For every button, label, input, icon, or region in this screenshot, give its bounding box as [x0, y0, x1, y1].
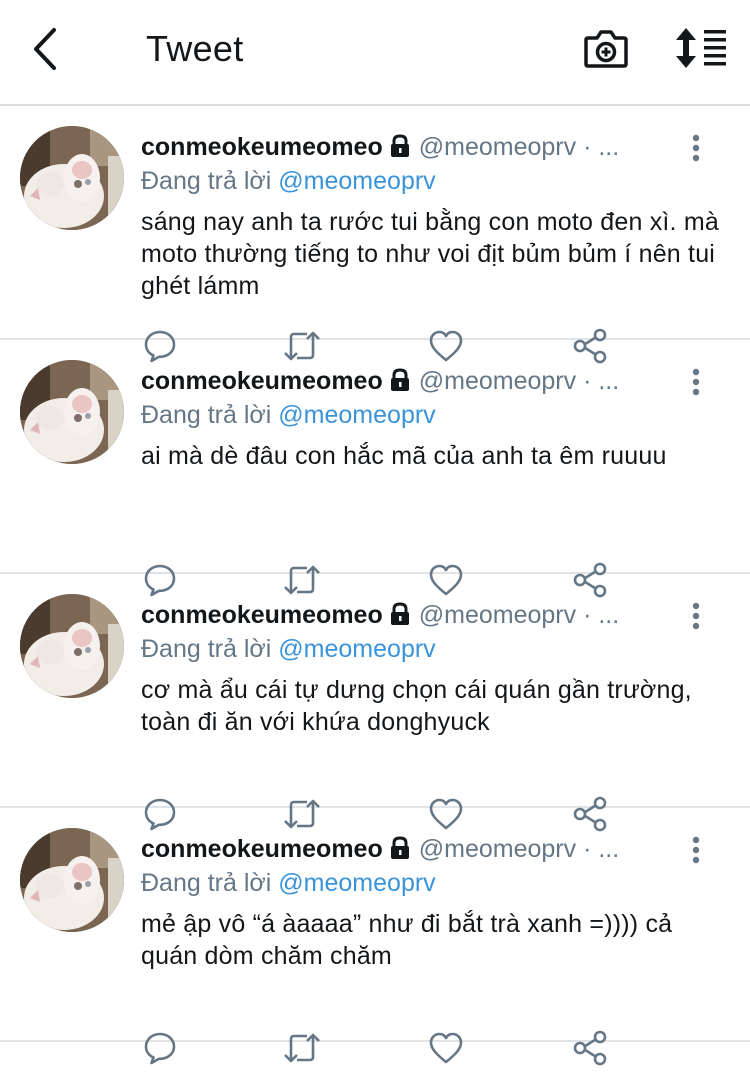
- replying-to: Đang trả lời @meomeoprv: [141, 866, 436, 900]
- retweet-button[interactable]: [282, 1028, 322, 1068]
- tweet-header: conmeokeumeomeo @meomeoprv · ...: [141, 364, 619, 401]
- avatar[interactable]: [20, 594, 124, 698]
- cat-photo: [20, 594, 124, 698]
- back-button[interactable]: [28, 26, 68, 72]
- avatar[interactable]: [20, 828, 124, 932]
- display-name[interactable]: conmeokeumeomeo: [141, 601, 383, 629]
- tweet[interactable]: conmeokeumeomeo @meomeoprv · ... Đang trả…: [0, 808, 750, 1066]
- lock-icon: [389, 133, 411, 167]
- timestamp-separator: · ...: [576, 133, 620, 161]
- timestamp-separator: · ...: [576, 601, 620, 629]
- avatar[interactable]: [20, 126, 124, 230]
- tweet-text: cơ mà ẩu cái tự dưng chọn cái quán gần t…: [141, 676, 692, 736]
- display-name[interactable]: conmeokeumeomeo: [141, 835, 383, 863]
- user-handle[interactable]: @meomeoprv: [419, 133, 576, 161]
- user-handle[interactable]: @meomeoprv: [419, 601, 576, 629]
- timestamp-separator: · ...: [576, 367, 620, 395]
- share-button[interactable]: [570, 1028, 610, 1068]
- user-handle[interactable]: @meomeoprv: [419, 835, 576, 863]
- replying-label: Đang trả lời: [141, 635, 272, 663]
- timestamp-separator: · ...: [576, 835, 620, 863]
- replying-to-handle[interactable]: @meomeoprv: [278, 635, 435, 663]
- cat-photo: [20, 126, 124, 230]
- tweet-actions: [140, 1028, 610, 1068]
- replying-to-handle[interactable]: @meomeoprv: [278, 167, 435, 195]
- reply-button[interactable]: [140, 1028, 180, 1068]
- tweet[interactable]: conmeokeumeomeo @meomeoprv · ... Đang trả…: [0, 340, 750, 598]
- tweet-header: conmeokeumeomeo @meomeoprv · ...: [141, 130, 619, 167]
- tweet-text: ai mà dè đâu con hắc mã của anh ta êm ru…: [141, 442, 667, 470]
- vertical-ellipsis-icon: [692, 602, 700, 630]
- like-button[interactable]: [426, 1028, 466, 1068]
- tweet-text: sáng nay anh ta rước tui bằng con moto đ…: [141, 208, 719, 300]
- cat-photo: [20, 360, 124, 464]
- tweet[interactable]: conmeokeumeomeo @meomeoprv · ... Đang trả…: [0, 574, 750, 832]
- retweet-icon: [284, 1033, 320, 1063]
- lock-icon: [389, 367, 411, 401]
- replying-to: Đang trả lời @meomeoprv: [141, 164, 436, 198]
- replying-to-handle[interactable]: @meomeoprv: [278, 401, 435, 429]
- camera-plus-icon: [584, 30, 628, 68]
- sort-list-icon: [676, 28, 726, 68]
- sort-button[interactable]: [674, 26, 730, 70]
- lock-icon: [389, 835, 411, 869]
- user-handle[interactable]: @meomeoprv: [419, 367, 576, 395]
- display-name[interactable]: conmeokeumeomeo: [141, 133, 383, 161]
- display-name[interactable]: conmeokeumeomeo: [141, 367, 383, 395]
- heart-icon: [429, 1032, 463, 1064]
- page-title: Tweet: [146, 28, 244, 69]
- vertical-ellipsis-icon: [692, 836, 700, 864]
- vertical-ellipsis-icon: [692, 134, 700, 162]
- lock-icon: [389, 601, 411, 635]
- more-options-button[interactable]: [686, 600, 706, 636]
- more-options-button[interactable]: [686, 834, 706, 870]
- replying-label: Đang trả lời: [141, 401, 272, 429]
- vertical-ellipsis-icon: [692, 368, 700, 396]
- reply-icon: [144, 1032, 176, 1065]
- cat-photo: [20, 828, 124, 932]
- tweet-header: conmeokeumeomeo @meomeoprv · ...: [141, 598, 619, 635]
- replying-label: Đang trả lời: [141, 869, 272, 897]
- camera-button[interactable]: [582, 26, 630, 70]
- tweet-list: conmeokeumeomeo @meomeoprv · ... Đang trả…: [0, 106, 750, 1066]
- top-bar: Tweet: [0, 0, 750, 106]
- replying-to-handle[interactable]: @meomeoprv: [278, 869, 435, 897]
- tweet-text: mẻ ập vô “á àaaaa” như đi bắt trà xanh =…: [141, 910, 673, 970]
- avatar[interactable]: [20, 360, 124, 464]
- tweet[interactable]: conmeokeumeomeo @meomeoprv · ... Đang trả…: [0, 106, 750, 364]
- replying-to: Đang trả lời @meomeoprv: [141, 632, 436, 666]
- tweet-header: conmeokeumeomeo @meomeoprv · ...: [141, 832, 619, 869]
- replying-label: Đang trả lời: [141, 167, 272, 195]
- share-icon: [573, 1030, 607, 1066]
- more-options-button[interactable]: [686, 132, 706, 168]
- replying-to: Đang trả lời @meomeoprv: [141, 398, 436, 432]
- more-options-button[interactable]: [686, 366, 706, 402]
- chevron-left-icon: [34, 28, 56, 70]
